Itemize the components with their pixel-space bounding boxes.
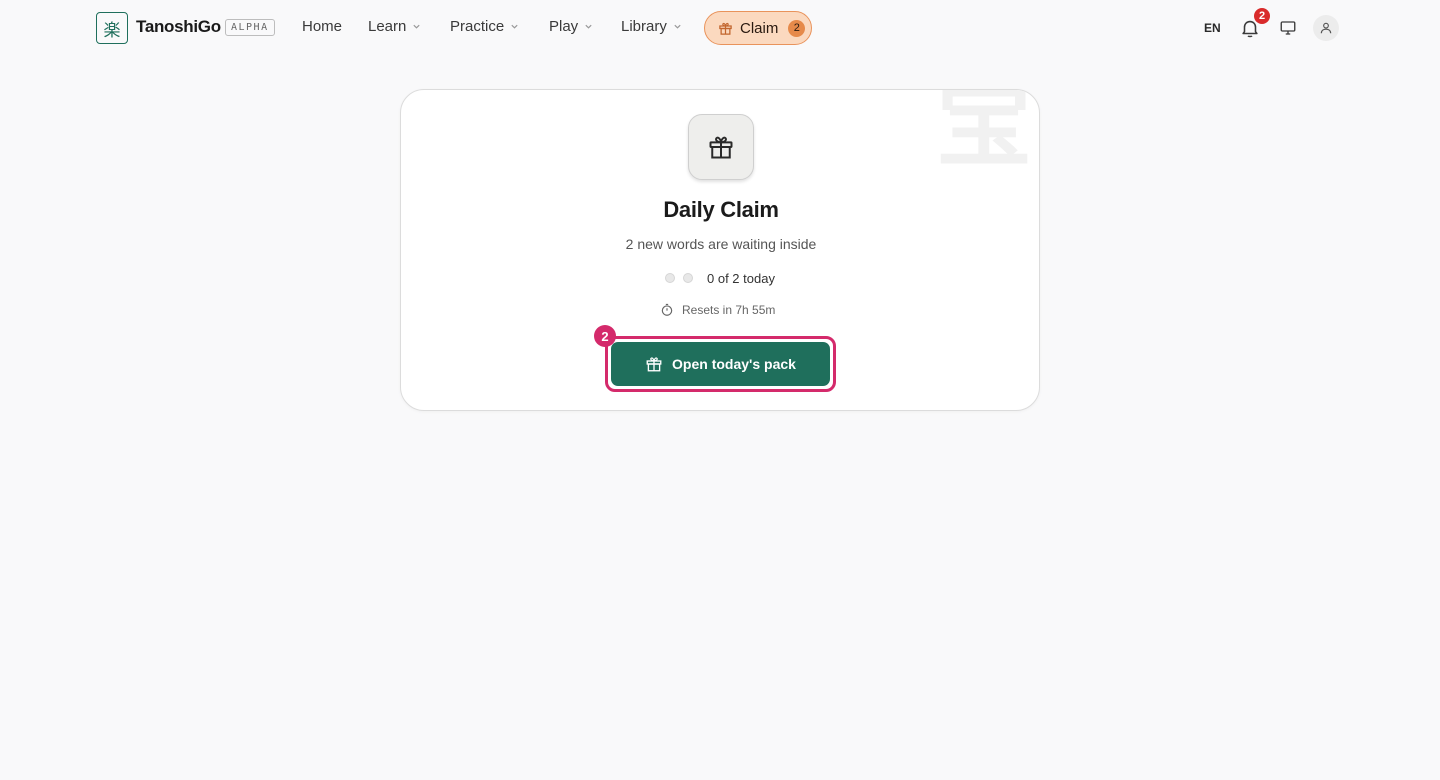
nav-library[interactable]: Library bbox=[621, 18, 682, 35]
daily-claim-card: 宝 Daily Claim 2 new words are waiting in… bbox=[400, 89, 1040, 411]
language-selector[interactable]: EN bbox=[1204, 21, 1221, 35]
nav-practice[interactable]: Practice bbox=[450, 18, 519, 35]
card-subtitle: 2 new words are waiting inside bbox=[625, 236, 817, 252]
user-icon bbox=[1320, 22, 1332, 34]
nav-home[interactable]: Home bbox=[302, 18, 342, 35]
nav-play[interactable]: Play bbox=[549, 18, 593, 35]
open-pack-label: Open today's pack bbox=[672, 356, 796, 372]
nav-learn-label: Learn bbox=[368, 18, 407, 35]
gift-icon bbox=[709, 136, 733, 159]
claim-label: Claim bbox=[740, 19, 779, 37]
nav-play-label: Play bbox=[549, 18, 579, 35]
progress-text: 0 of 2 today bbox=[707, 270, 775, 286]
chevron-down-icon bbox=[413, 24, 420, 29]
alpha-badge: ALPHA bbox=[225, 19, 275, 36]
step-badge: 2 bbox=[594, 325, 616, 347]
claim-progress: 0 of 2 today bbox=[665, 270, 775, 286]
claim-button[interactable]: Claim 2 bbox=[704, 11, 812, 45]
gift-icon bbox=[646, 357, 662, 372]
gift-icon bbox=[719, 22, 732, 35]
nav-home-label: Home bbox=[302, 18, 343, 35]
brand-name[interactable]: TanoshiGo bbox=[136, 17, 221, 37]
nav-learn[interactable]: Learn bbox=[368, 18, 421, 35]
nav-library-label: Library bbox=[621, 18, 667, 35]
chevron-down-icon bbox=[511, 24, 518, 29]
notification-count-badge: 2 bbox=[1254, 8, 1270, 24]
logo-icon[interactable]: 楽 bbox=[96, 12, 128, 44]
card-watermark: 宝 bbox=[936, 89, 1032, 180]
timer-icon bbox=[661, 303, 673, 316]
claim-count-badge: 2 bbox=[788, 19, 806, 37]
nav-practice-label: Practice bbox=[450, 18, 505, 35]
monitor-icon[interactable] bbox=[1279, 19, 1297, 37]
reset-text: Resets in 7h 55m bbox=[682, 303, 776, 317]
user-avatar-button[interactable] bbox=[1313, 15, 1339, 41]
progress-dot bbox=[665, 273, 675, 283]
card-title: Daily Claim bbox=[663, 197, 779, 222]
chevron-down-icon bbox=[585, 24, 592, 29]
chevron-down-icon bbox=[674, 24, 681, 29]
top-navigation: 楽 TanoshiGo ALPHA Home Learn Practice Pl… bbox=[0, 0, 1440, 56]
open-pack-button[interactable]: Open today's pack bbox=[611, 342, 830, 386]
gift-tile bbox=[688, 114, 754, 180]
reset-timer: Resets in 7h 55m bbox=[660, 302, 775, 318]
progress-dot bbox=[683, 273, 693, 283]
